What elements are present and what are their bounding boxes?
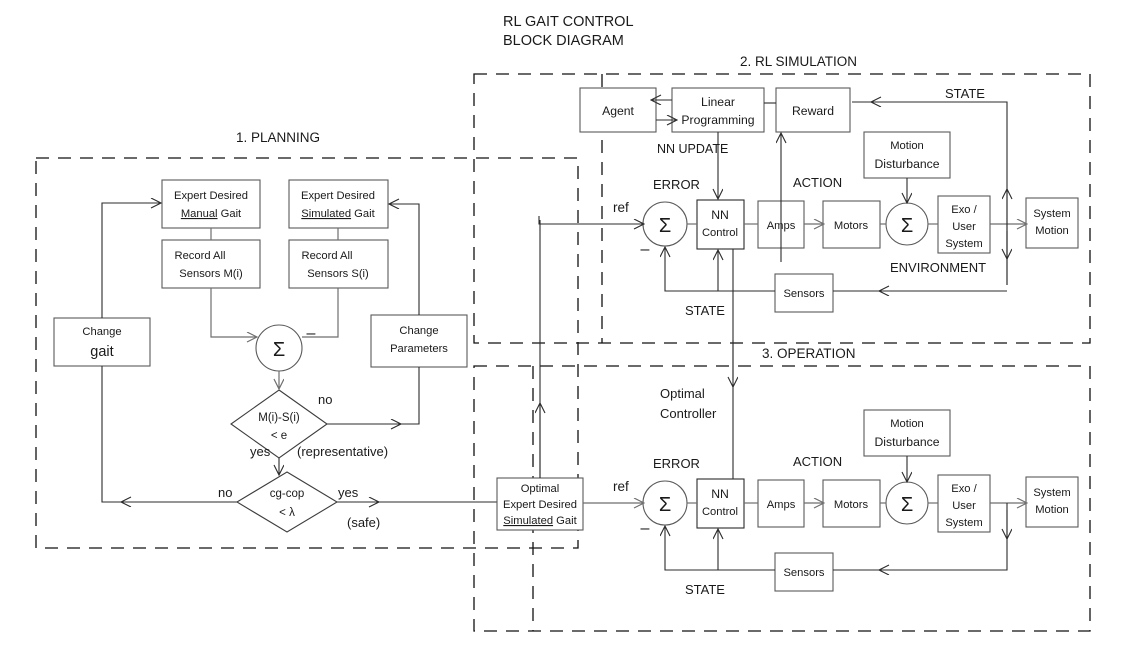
exo-op-line-1: Exo / [951, 483, 977, 495]
nn-control-sim-line-2: Control [702, 227, 738, 239]
sim-error-minus-sign: – [641, 241, 650, 258]
motors-op-label: Motors [834, 499, 869, 511]
exo-sim-line-3: System [945, 238, 982, 250]
op-plant-sum-symbol: Σ [901, 494, 913, 516]
box-record-all-sensors-m[interactable] [161, 239, 261, 289]
motion-disturbance-sim-line-1: Motion [890, 140, 924, 152]
op-error-sum-symbol: Σ [659, 494, 671, 516]
label-safe: (safe) [347, 515, 380, 530]
title-line-2: BLOCK DIAGRAM [503, 33, 624, 49]
sim-plant-sum-symbol: Σ [901, 215, 913, 237]
label-optimal-controller-line-1: Optimal [660, 386, 705, 401]
label-sim-state-bottom: STATE [685, 303, 725, 318]
amps-op-label: Amps [767, 499, 796, 511]
expert-manual-line-1: Expert Desired [174, 190, 248, 202]
system-motion-op-line-1: System [1033, 487, 1070, 499]
wire-change-parameters-to-expert-simulated [390, 204, 420, 315]
box-system-motion-sim[interactable] [1025, 197, 1079, 249]
wire-record-m-to-sum [210, 288, 256, 337]
wire-ref-to-sim-sum [538, 216, 643, 224]
nn-control-sim-line-1: NN [711, 208, 729, 222]
box-motion-disturbance-op[interactable] [863, 409, 951, 457]
record-m-line-2: Sensors M(i) [179, 268, 243, 280]
system-motion-sim-line-2: Motion [1035, 225, 1069, 237]
record-s-line-1: Record All [302, 250, 353, 262]
wire-op-sensors-to-sum [665, 527, 775, 571]
exo-sim-line-1: Exo / [951, 204, 977, 216]
sim-error-sum-symbol: Σ [659, 215, 671, 237]
decision-1-line-1: M(i)-S(i) [258, 412, 300, 424]
label-op-ref: ref [613, 479, 629, 494]
record-m-line-1: Record All [175, 250, 226, 262]
label-sim-ref: ref [613, 200, 629, 215]
label-planning-no-1: no [318, 392, 332, 407]
expert-simulated-line-1: Expert Desired [301, 190, 375, 202]
label-planning-yes-2: yes [338, 485, 359, 500]
nn-control-op-line-1: NN [711, 487, 729, 501]
diagram-canvas: RL GAIT CONTROL BLOCK DIAGRAM 1. PLANNIN… [0, 0, 1127, 657]
label-representative: (representative) [297, 444, 388, 459]
section-heading-planning: 1. PLANNING [236, 130, 320, 145]
box-system-motion-op[interactable] [1025, 476, 1079, 528]
box-record-all-sensors-s[interactable] [288, 239, 389, 289]
expert-simulated-line-2: Simulated Gait [301, 208, 375, 220]
label-environment: ENVIRONMENT [890, 260, 986, 275]
rl-gait-control-block-diagram: RL GAIT CONTROL BLOCK DIAGRAM 1. PLANNIN… [35, 14, 1091, 632]
wire-sim-state-to-reward [852, 101, 1008, 285]
motion-disturbance-op-line-2: Disturbance [874, 435, 939, 449]
section-heading-simulation: 2. RL SIMULATION [740, 54, 857, 69]
expert-manual-line-2: Manual Gait [181, 208, 242, 220]
box-expert-desired-manual-gait[interactable] [161, 179, 261, 229]
decision-2-line-2: < λ [279, 507, 295, 519]
planning-sum-symbol: Σ [273, 339, 285, 361]
box-expert-desired-simulated-gait[interactable] [288, 179, 389, 229]
title-line-1: RL GAIT CONTROL [503, 14, 634, 30]
optimal-expert-line-1: Expert Desired [503, 499, 577, 511]
agent-label: Agent [602, 104, 634, 118]
exo-op-line-2: User [952, 500, 976, 512]
system-motion-op-line-2: Motion [1035, 504, 1069, 516]
exo-sim-line-2: User [952, 221, 976, 233]
linear-programming-line-2: Programming [681, 113, 754, 127]
optimal-expert-line-2: Simulated Gait [503, 515, 577, 527]
label-op-action: ACTION [793, 454, 842, 469]
wire-change-gait-to-expert-manual [101, 203, 160, 318]
sensors-sim-label: Sensors [783, 288, 824, 300]
exo-op-line-3: System [945, 517, 982, 529]
wire-decision2-no-to-change-gait [101, 366, 237, 503]
reward-label: Reward [792, 104, 834, 118]
section-heading-operation: 3. OPERATION [762, 346, 856, 361]
label-op-state-bottom: STATE [685, 582, 725, 597]
label-sim-action: ACTION [793, 175, 842, 190]
change-gait-line-1: Change [82, 326, 121, 338]
label-planning-no-2: no [218, 485, 232, 500]
motion-disturbance-sim-line-2: Disturbance [874, 157, 939, 171]
wire-sim-sensors-to-sum [665, 248, 775, 292]
change-gait-line-2: gait [90, 344, 113, 360]
decision-cg-cop-less-than-lambda[interactable] [235, 471, 339, 533]
label-sim-state-top: STATE [945, 86, 985, 101]
system-motion-sim-line-1: System [1033, 208, 1070, 220]
sensors-op-label: Sensors [783, 567, 824, 579]
label-sim-error: ERROR [653, 177, 700, 192]
label-op-error: ERROR [653, 456, 700, 471]
linear-programming-line-1: Linear [701, 95, 735, 109]
box-change-parameters[interactable] [370, 314, 468, 368]
label-planning-yes-1: yes [250, 444, 271, 459]
label-optimal-controller-line-2: Controller [660, 406, 717, 421]
decision-2-line-1: cg-cop [270, 488, 305, 500]
change-parameters-line-2: Parameters [390, 343, 448, 355]
label-nn-update: NN UPDATE [657, 142, 728, 156]
motion-disturbance-op-line-1: Motion [890, 418, 924, 430]
motors-sim-label: Motors [834, 220, 869, 232]
wire-decision1-no-to-change-parameters [327, 367, 420, 425]
decision-1-line-2: < e [271, 430, 287, 442]
planning-minus-sign: – [307, 325, 316, 342]
optimal-expert-line-0: Optimal [521, 483, 560, 495]
change-parameters-line-1: Change [399, 325, 438, 337]
box-motion-disturbance-sim[interactable] [863, 131, 951, 179]
op-error-minus-sign: – [641, 520, 650, 537]
record-s-line-2: Sensors S(i) [307, 268, 369, 280]
nn-control-op-line-2: Control [702, 506, 738, 518]
